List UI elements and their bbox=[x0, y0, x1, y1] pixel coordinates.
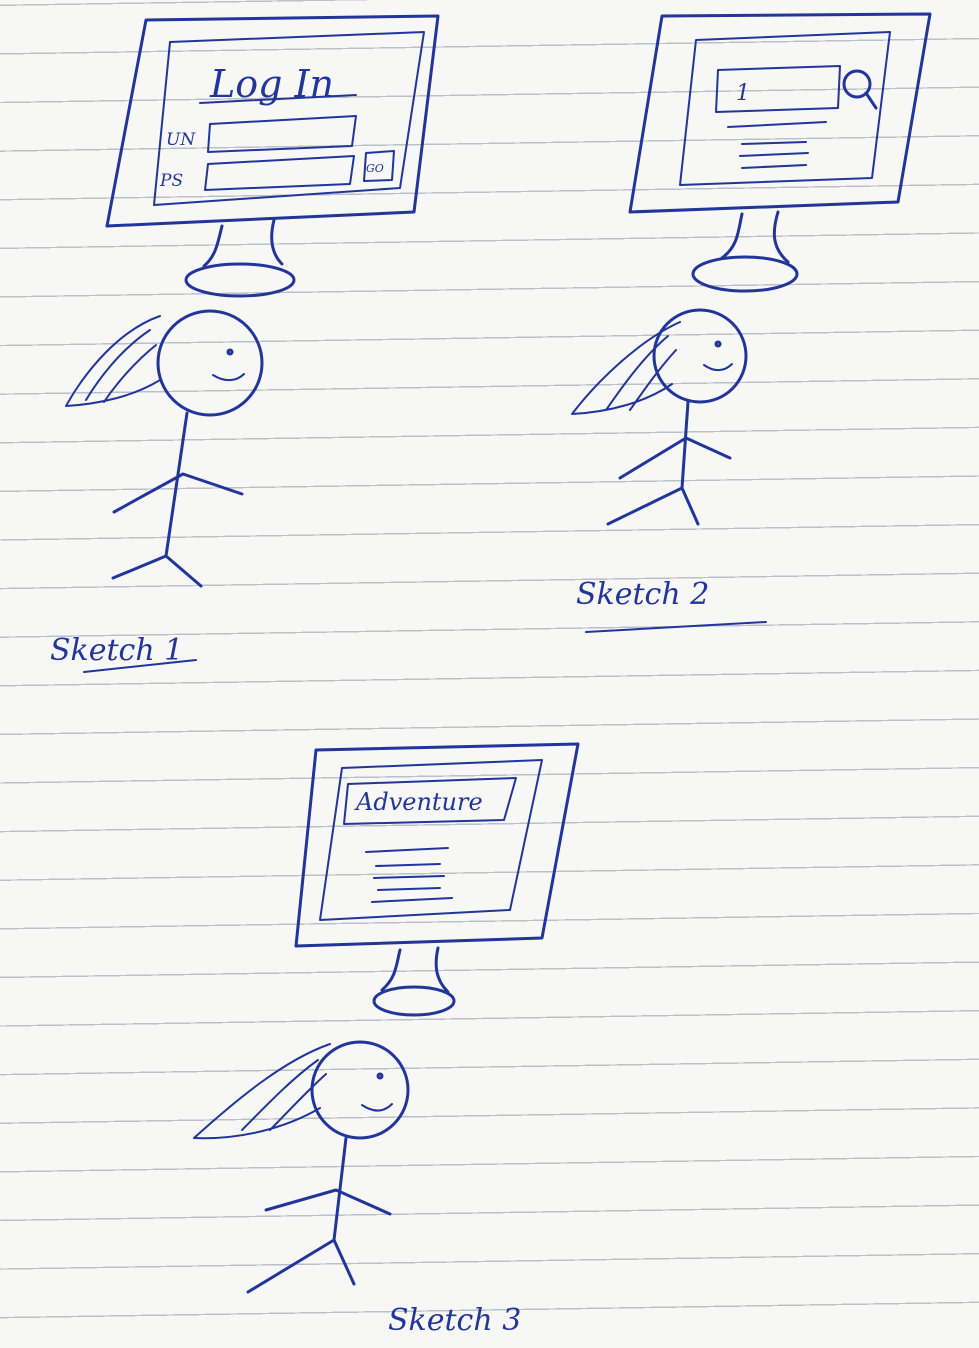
person-1-body bbox=[111, 411, 244, 588]
password-field[interactable] bbox=[204, 155, 355, 191]
username-field[interactable] bbox=[207, 115, 357, 153]
monitor-2-stand-base bbox=[691, 255, 799, 293]
monitor-2: 1 bbox=[628, 12, 932, 293]
person-2-head bbox=[652, 308, 748, 404]
monitor-3-stand-neck bbox=[380, 946, 450, 994]
monitor-1-stand-neck bbox=[202, 218, 284, 268]
search-results-lines bbox=[727, 121, 827, 169]
category-content-lines bbox=[365, 847, 453, 903]
person-2 bbox=[571, 308, 748, 526]
monitor-3-stand-base bbox=[372, 985, 456, 1017]
sketch-2-caption-underline bbox=[585, 621, 767, 633]
sketch-3-caption: Sketch 3 bbox=[388, 1303, 521, 1338]
monitor-1: Log In UN PS GO bbox=[105, 14, 440, 298]
person-3-smile bbox=[361, 1103, 393, 1112]
person-2-body bbox=[606, 400, 732, 526]
go-button-label: GO bbox=[366, 162, 384, 175]
person-1-hair bbox=[65, 315, 161, 407]
username-label: UN bbox=[166, 130, 196, 150]
monitor-3-outer-frame bbox=[294, 742, 580, 948]
sketch-2: 1 Sketch 2 bbox=[571, 12, 932, 633]
monitor-1-stand-base bbox=[184, 262, 296, 298]
monitor-3: Adventure bbox=[294, 742, 580, 1017]
person-3-head bbox=[310, 1040, 410, 1140]
person-3-eye bbox=[376, 1072, 384, 1080]
sketch-2-caption: Sketch 2 bbox=[576, 577, 709, 612]
search-input[interactable] bbox=[715, 65, 841, 113]
person-2-eye bbox=[714, 340, 722, 348]
notebook-sketch-page: Log In UN PS GO Sketch 1 1 Sketch 2 Adve… bbox=[50, 12, 932, 1338]
person-3-body bbox=[246, 1136, 392, 1294]
person-3 bbox=[193, 1040, 410, 1294]
search-input-value: 1 bbox=[736, 81, 750, 106]
person-3-hair bbox=[193, 1043, 331, 1140]
person-1-head bbox=[156, 309, 264, 417]
password-label: PS bbox=[159, 171, 183, 191]
sketch-1: Log In UN PS GO Sketch 1 bbox=[50, 14, 440, 673]
monitor-2-stand-neck bbox=[720, 210, 790, 264]
person-1 bbox=[65, 309, 264, 588]
person-1-eye bbox=[226, 348, 234, 356]
person-2-hair bbox=[571, 321, 681, 415]
monitor-1-inner-screen bbox=[153, 31, 425, 206]
sketch-3: Adventure Sketch 3 bbox=[193, 742, 580, 1338]
category-header-text: Adventure bbox=[354, 788, 483, 816]
person-1-smile bbox=[212, 373, 245, 382]
person-2-smile bbox=[703, 363, 733, 372]
search-icon[interactable] bbox=[842, 69, 878, 110]
monitor-2-inner-screen bbox=[679, 31, 891, 186]
